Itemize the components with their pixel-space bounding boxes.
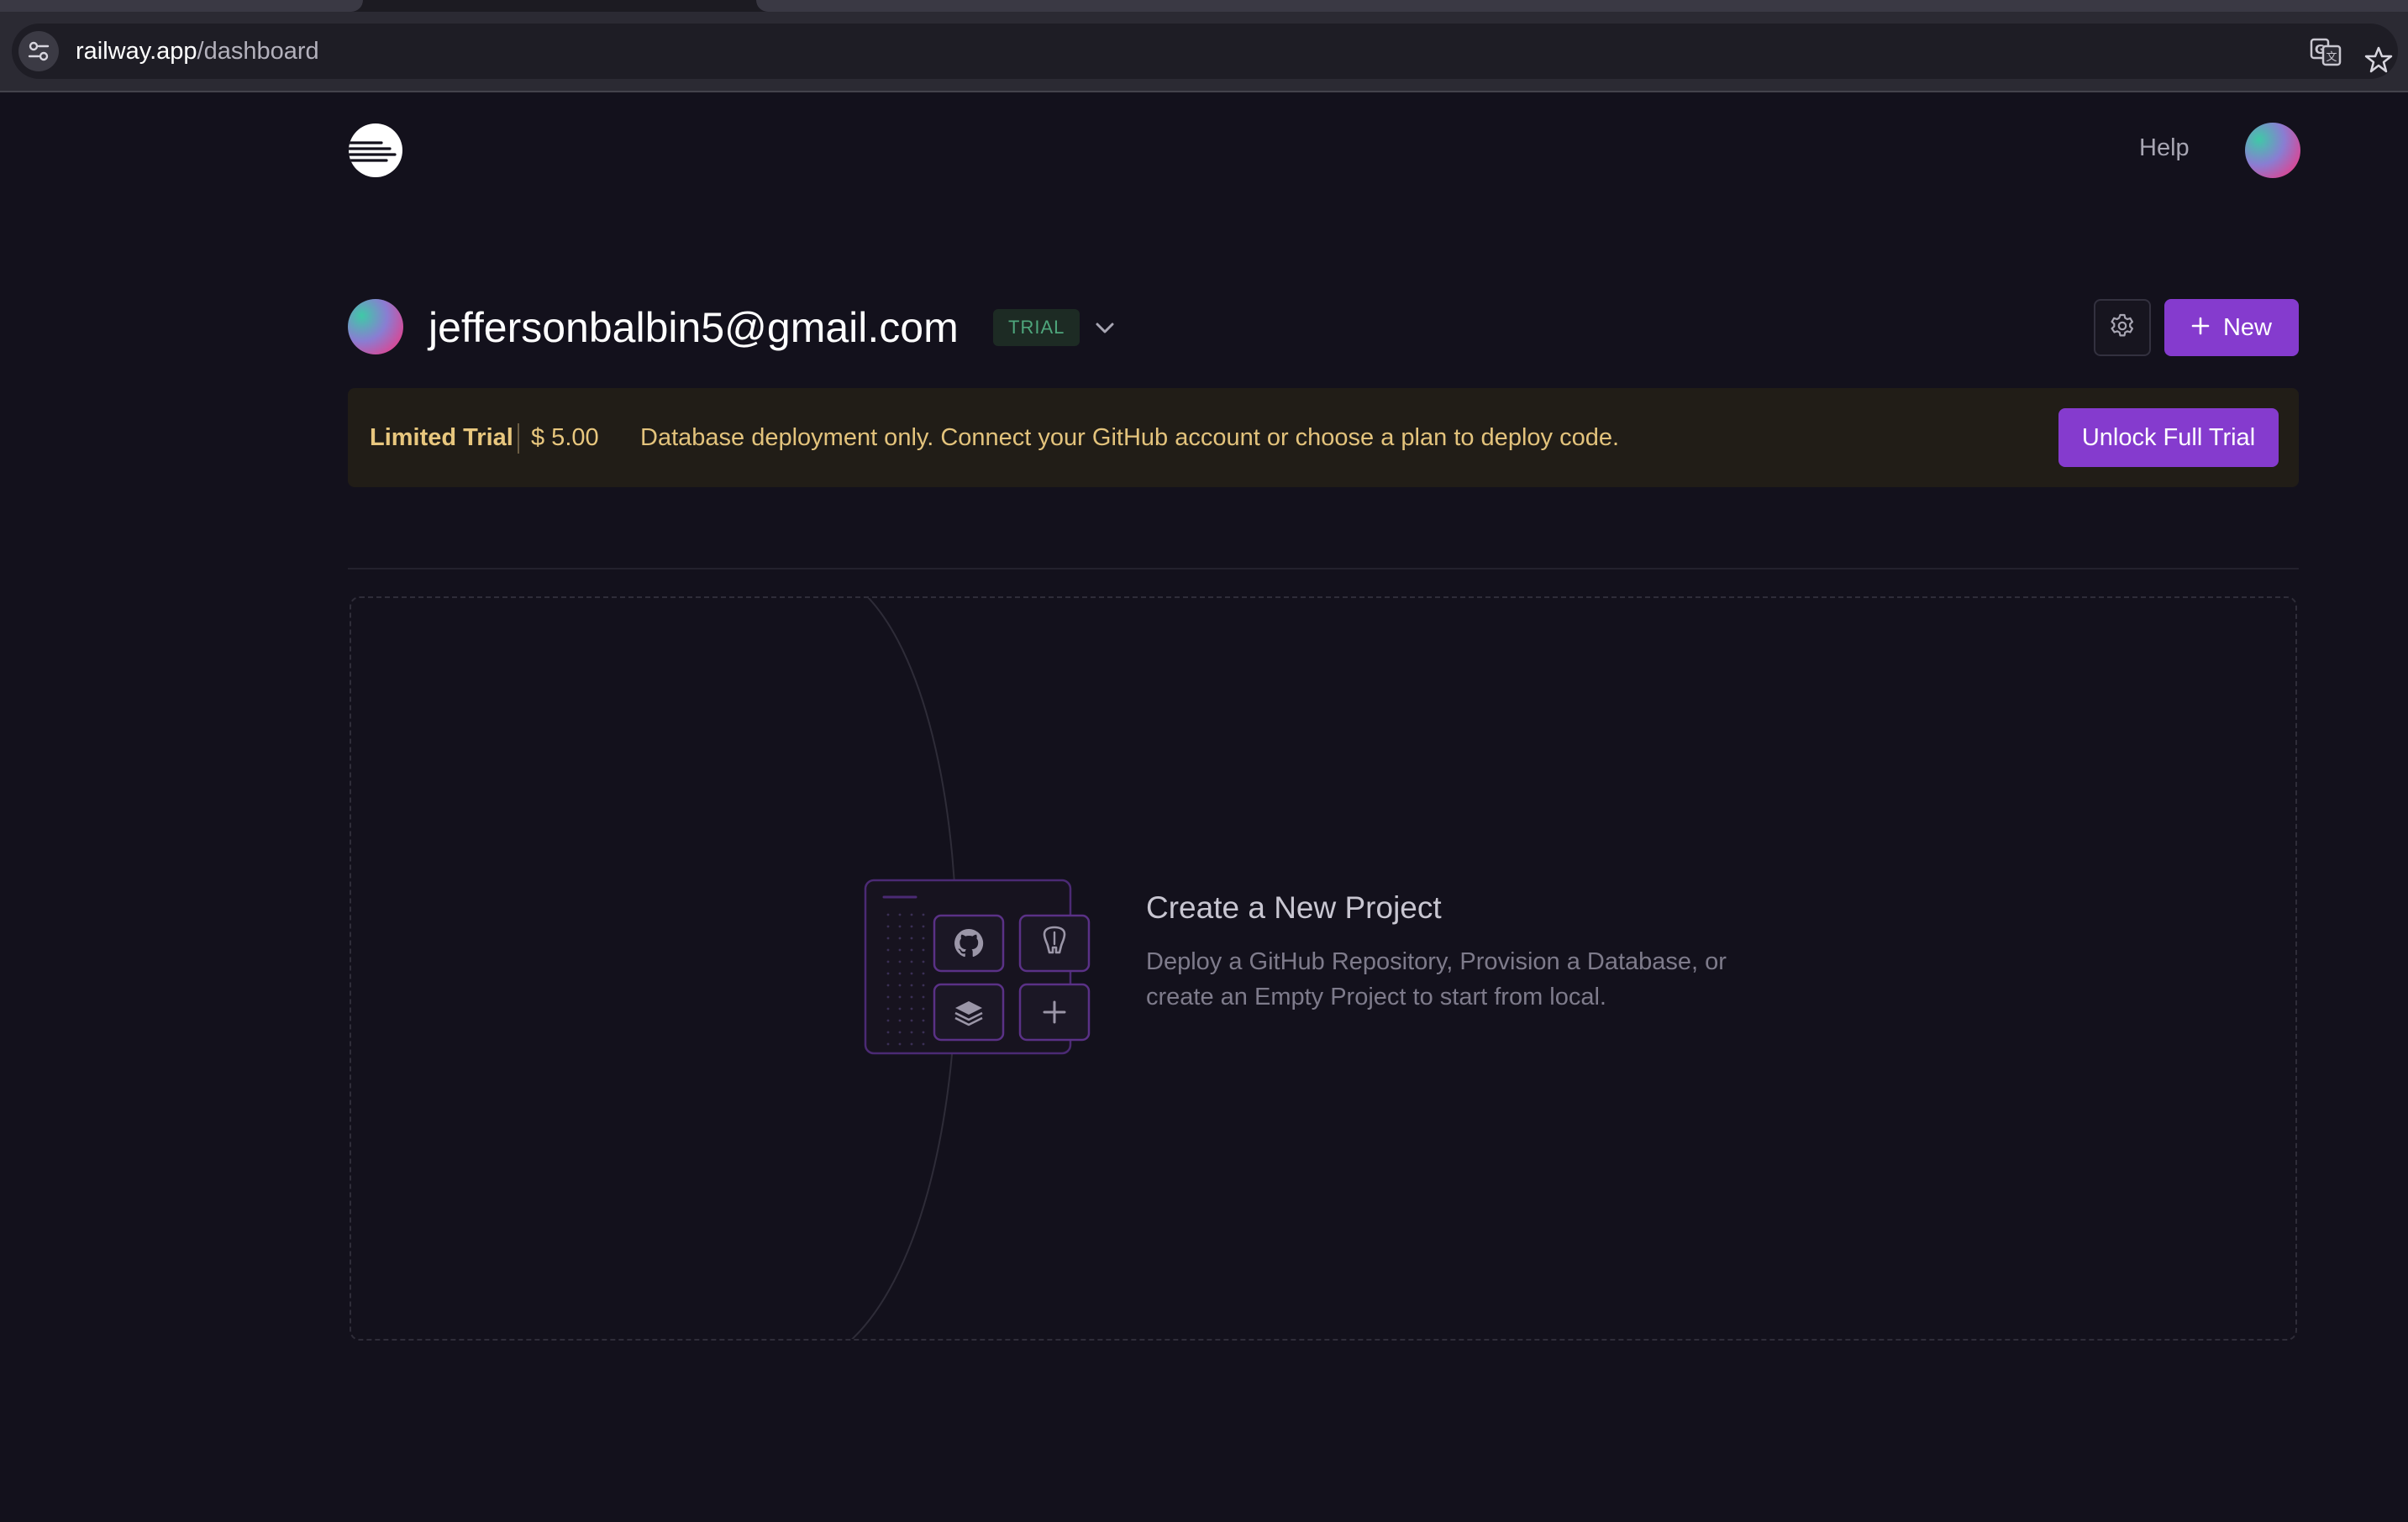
banner-title: Limited Trial xyxy=(370,424,513,451)
browser-tabstrip xyxy=(0,0,2408,12)
account-avatar xyxy=(348,299,403,354)
empty-state-description: Deploy a GitHub Repository, Provision a … xyxy=(1146,948,1727,1010)
svg-text:文: 文 xyxy=(2326,51,2337,64)
section-divider xyxy=(348,568,2299,569)
address-bar[interactable]: railway.app/dashboard xyxy=(12,24,2398,79)
plus-icon xyxy=(2191,314,2210,342)
banner-message: Database deployment only. Connect your G… xyxy=(640,424,1620,451)
browser-tab[interactable] xyxy=(756,0,2408,12)
plan-badge: TRIAL xyxy=(993,309,1080,346)
url-text: railway.app/dashboard xyxy=(76,38,319,65)
new-button-label: New xyxy=(2222,313,2272,341)
empty-state-title: Create a New Project xyxy=(1146,890,1442,925)
postgres-icon xyxy=(1018,914,1091,973)
unlock-full-trial-button[interactable]: Unlock Full Trial xyxy=(2058,408,2279,467)
railway-logo-icon[interactable] xyxy=(348,123,403,178)
gear-icon xyxy=(2109,312,2136,344)
trial-banner: Limited Trial $ 5.00 Database deployment… xyxy=(348,388,2299,487)
account-email[interactable]: jeffersonbalbin5@gmail.com xyxy=(428,301,959,354)
new-project-button[interactable]: New xyxy=(2164,299,2299,356)
user-avatar[interactable] xyxy=(2245,123,2300,178)
github-icon xyxy=(933,914,1005,973)
banner-separator xyxy=(518,423,519,454)
browser-tab[interactable] xyxy=(0,0,363,12)
site-info-icon[interactable] xyxy=(18,31,59,71)
bookmark-star-icon[interactable] xyxy=(2364,45,2393,74)
project-illustration xyxy=(862,877,1096,1067)
help-link[interactable]: Help xyxy=(2139,134,2190,162)
chevron-down-icon[interactable] xyxy=(1091,314,1119,343)
plus-icon xyxy=(1018,983,1091,1042)
settings-button[interactable] xyxy=(2094,299,2151,356)
translate-icon[interactable]: G 文 xyxy=(2309,35,2342,69)
stack-icon xyxy=(933,983,1005,1042)
browser-toolbar: railway.app/dashboard G 文 xyxy=(0,12,2408,92)
trial-credit: $ 5.00 xyxy=(531,424,599,451)
